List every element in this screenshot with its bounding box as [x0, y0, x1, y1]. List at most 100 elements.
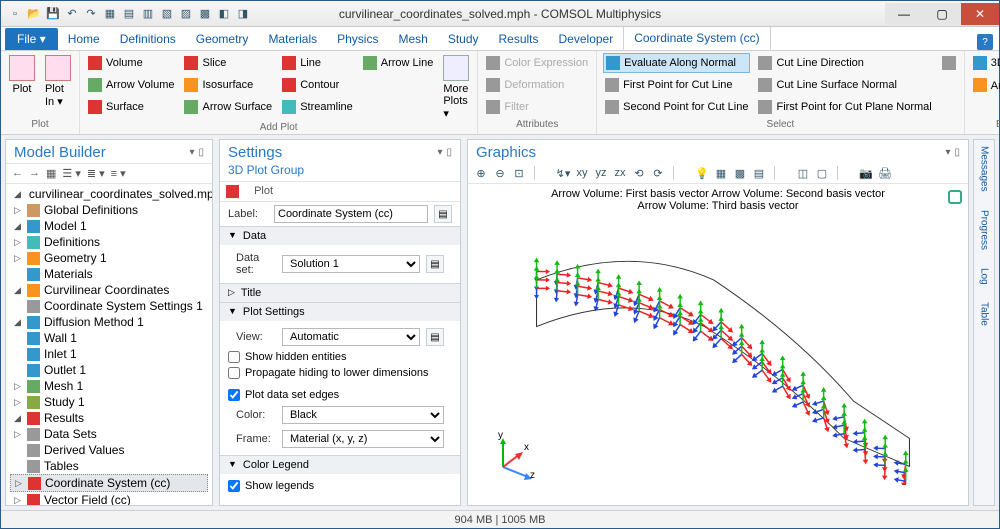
maximize-button[interactable]: ▢ [923, 3, 961, 25]
tree-data-sets[interactable]: Data Sets [44, 427, 97, 441]
tree-root[interactable]: curvilinear_coordinates_solved.mph [29, 187, 212, 201]
redo-icon[interactable]: ↷ [83, 6, 99, 22]
color-expression-button[interactable]: Color Expression [484, 53, 590, 73]
color-select[interactable]: Black [282, 406, 444, 424]
tree-model1[interactable]: Model 1 [44, 219, 87, 233]
camera-icon[interactable]: 📷 [859, 166, 873, 180]
tab-mesh[interactable]: Mesh [388, 28, 437, 50]
tree-outlet1[interactable]: Outlet 1 [44, 363, 86, 377]
tree-derived-values[interactable]: Derived Values [44, 443, 124, 457]
mb-nav-icon[interactable]: → [29, 167, 40, 180]
transparency-icon[interactable]: ▦ [714, 166, 728, 180]
arrow-surface-button[interactable]: Arrow Surface [182, 97, 274, 117]
rotate-icon[interactable]: ⟳ [651, 166, 665, 180]
first-point-cut-plane-normal-button[interactable]: First Point for Cut Plane Normal [756, 97, 933, 117]
zoom-extents-icon[interactable]: ⊡ [512, 166, 526, 180]
cut-line-surface-normal-button[interactable]: Cut Line Surface Normal [756, 75, 933, 95]
plot-button[interactable]: Plot [7, 53, 37, 97]
wireframe-icon[interactable]: ▩ [733, 166, 747, 180]
plot-inline-button[interactable]: Plot [254, 185, 273, 198]
open-icon[interactable]: 📂 [26, 6, 42, 22]
show-hidden-checkbox[interactable] [228, 351, 240, 363]
view-xy-icon[interactable]: xy [575, 166, 589, 180]
sidebar-messages[interactable]: Messages [979, 146, 990, 192]
copy-icon[interactable]: ▦ [102, 6, 118, 22]
mb-nav-icon[interactable]: ← [12, 167, 23, 180]
qa-icon[interactable]: ▨ [178, 6, 194, 22]
propagate-hiding-checkbox[interactable] [228, 367, 240, 379]
view-yz-icon[interactable]: yz [594, 166, 608, 180]
new-icon[interactable]: ▫ [7, 6, 23, 22]
tree-coordinate-system[interactable]: Coordinate System (cc) [45, 476, 170, 490]
tab-results[interactable]: Results [489, 28, 549, 50]
mb-nav-icon[interactable]: ≡ ▾ [111, 167, 126, 180]
streamline-button[interactable]: Streamline [280, 97, 355, 117]
select-icon[interactable]: ◫ [796, 166, 810, 180]
tab-physics[interactable]: Physics [327, 28, 388, 50]
evaluate-along-normal-button[interactable]: Evaluate Along Normal [603, 53, 750, 73]
qa-icon[interactable]: ▧ [159, 6, 175, 22]
cut-line-direction-button[interactable]: Cut Line Direction [756, 53, 933, 73]
arrow-line-button[interactable]: Arrow Line [361, 53, 436, 73]
mb-nav-icon[interactable]: ≣ ▾ [87, 167, 105, 180]
tree-definitions[interactable]: Definitions [44, 235, 100, 249]
sidebar-progress[interactable]: Progress [979, 210, 990, 250]
surface-button[interactable]: Surface [86, 97, 176, 117]
line-button[interactable]: Line [280, 53, 355, 73]
tab-definitions[interactable]: Definitions [110, 28, 186, 50]
tab-developer[interactable]: Developer [549, 28, 624, 50]
more-plots-button[interactable]: More Plots ▾ [441, 53, 471, 122]
volume-button[interactable]: Volume [86, 53, 176, 73]
close-button[interactable]: ✕ [961, 3, 999, 25]
lock-icon[interactable] [948, 190, 962, 204]
zoom-in-icon[interactable]: ⊕ [474, 166, 488, 180]
show-legends-checkbox[interactable] [228, 480, 240, 492]
plot-in-button[interactable]: Plot In ▾ [43, 53, 73, 110]
grid-icon[interactable]: ▤ [752, 166, 766, 180]
panel-tool-icon[interactable]: ▯ [198, 147, 204, 158]
light-icon[interactable]: 💡 [695, 166, 709, 180]
section-color-legend[interactable]: Color Legend [243, 459, 309, 471]
tab-geometry[interactable]: Geometry [186, 28, 259, 50]
tab-home[interactable]: Home [58, 28, 110, 50]
file-menu[interactable]: File ▾ [5, 28, 58, 50]
tree-study1[interactable]: Study 1 [44, 395, 85, 409]
qa-icon[interactable]: ▥ [140, 6, 156, 22]
tree-vector-field[interactable]: Vector Field (cc) [44, 493, 131, 505]
panel-tool-icon[interactable]: ▾ [945, 147, 950, 158]
label-input[interactable] [274, 205, 428, 223]
first-point-cut-line-button[interactable]: First Point for Cut Line [603, 75, 750, 95]
dataset-link-button[interactable]: ▤ [426, 255, 444, 273]
graphics-canvas[interactable]: Arrow Volume: First basis vector Arrow V… [468, 184, 968, 505]
qa-icon[interactable]: ▩ [197, 6, 213, 22]
tree-inlet1[interactable]: Inlet 1 [44, 347, 77, 361]
arrow-volume-button[interactable]: Arrow Volume [86, 75, 176, 95]
mb-nav-icon[interactable]: ▦ [46, 167, 56, 180]
view-axis-icon[interactable]: ↯▾ [556, 166, 570, 180]
tree-results[interactable]: Results [44, 411, 84, 425]
tree-geometry[interactable]: Geometry 1 [44, 251, 107, 265]
select-icon[interactable]: ▢ [815, 166, 829, 180]
section-plot-settings[interactable]: Plot Settings [243, 306, 305, 318]
qa-icon[interactable]: ◧ [216, 6, 232, 22]
section-data[interactable]: Data [243, 230, 266, 242]
rotate-icon[interactable]: ⟲ [632, 166, 646, 180]
dataset-select[interactable]: Solution 1 [282, 255, 420, 273]
print-icon[interactable]: 🖨 [878, 166, 892, 180]
view-link-button[interactable]: ▤ [426, 328, 444, 346]
3d-image-button[interactable]: 3D Image [971, 53, 1000, 73]
panel-tool-icon[interactable]: ▯ [954, 147, 960, 158]
section-title[interactable]: Title [241, 287, 261, 299]
model-tree[interactable]: ◢curvilinear_coordinates_solved.mph ▷Glo… [6, 184, 212, 505]
contour-button[interactable]: Contour [280, 75, 355, 95]
label-link-button[interactable]: ▤ [434, 205, 452, 223]
select-extra-button[interactable] [940, 53, 958, 73]
qa-icon[interactable]: ◨ [235, 6, 251, 22]
minimize-button[interactable]: — [885, 3, 923, 25]
deformation-button[interactable]: Deformation [484, 75, 590, 95]
save-icon[interactable]: 💾 [45, 6, 61, 22]
second-point-cut-line-button[interactable]: Second Point for Cut Line [603, 97, 750, 117]
isosurface-button[interactable]: Isosurface [182, 75, 274, 95]
undo-icon[interactable]: ↶ [64, 6, 80, 22]
panel-tool-icon[interactable]: ▾ [437, 147, 442, 158]
